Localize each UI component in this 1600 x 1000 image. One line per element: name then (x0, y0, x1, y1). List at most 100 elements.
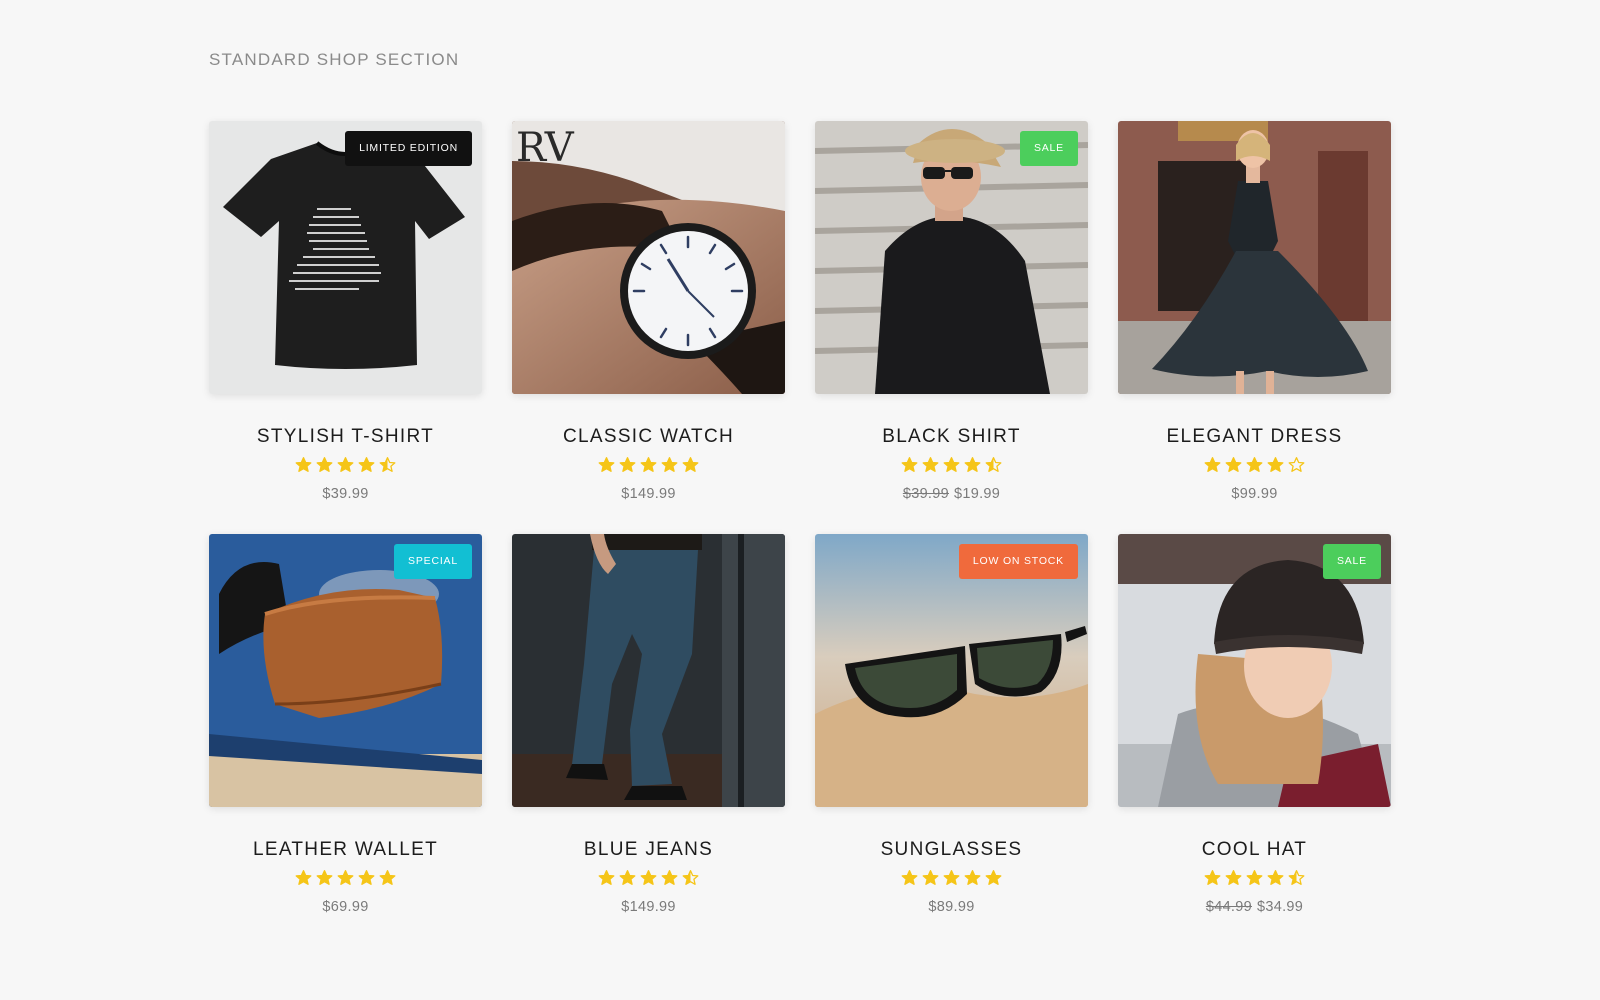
product-price-row: $149.99 (512, 899, 785, 915)
star-full-icon (618, 456, 638, 474)
section-title: STANDARD SHOP SECTION (209, 50, 460, 69)
product-image[interactable]: RV (512, 121, 785, 394)
star-full-icon (1266, 869, 1286, 887)
product-old-price: $44.99 (1205, 899, 1252, 915)
product-price-row: $149.99 (512, 486, 785, 502)
star-full-icon (1245, 456, 1265, 474)
product-image[interactable] (1118, 121, 1391, 394)
product-card[interactable]: SPECIAL LEATHER WALLET $69.99 (209, 534, 482, 947)
star-full-icon (1203, 869, 1223, 887)
product-card[interactable]: SALE COOL HAT $44.99 $34.99 (1118, 534, 1391, 947)
star-full-icon (942, 456, 962, 474)
star-full-icon (597, 456, 617, 474)
product-badge: SALE (1019, 131, 1078, 166)
star-full-icon (294, 869, 314, 887)
product-name[interactable]: LEATHER WALLET (209, 839, 482, 863)
product-image[interactable]: LOW ON STOCK (815, 534, 1088, 807)
star-full-icon (639, 456, 659, 474)
product-price-row: $69.99 (209, 899, 482, 915)
product-rating (209, 456, 482, 478)
product-price-row: $39.99 $19.99 (815, 486, 1088, 502)
product-image[interactable]: LIMITED EDITION (209, 121, 482, 394)
product-card[interactable]: BLUE JEANS $149.99 (512, 534, 785, 947)
product-badge: SALE (1322, 544, 1381, 579)
star-full-icon (336, 456, 356, 474)
star-full-icon (315, 456, 335, 474)
product-image[interactable]: SALE (1118, 534, 1391, 807)
product-image[interactable] (512, 534, 785, 807)
product-rating (209, 869, 482, 891)
star-full-icon (1203, 456, 1223, 474)
star-full-icon (963, 869, 983, 887)
star-full-icon (597, 869, 617, 887)
product-name[interactable]: BLUE JEANS (512, 839, 785, 863)
product-rating (512, 456, 785, 478)
product-price: $149.99 (621, 899, 676, 915)
product-name[interactable]: CLASSIC WATCH (512, 426, 785, 450)
product-badge: LOW ON STOCK (958, 544, 1078, 579)
product-price-row: $39.99 (209, 486, 482, 502)
product-old-price: $39.99 (902, 486, 949, 502)
star-full-icon (1245, 869, 1265, 887)
blue-jeans-image (512, 534, 785, 807)
star-half-icon (1287, 869, 1307, 887)
product-price: $69.99 (322, 899, 369, 915)
star-full-icon (984, 869, 1004, 887)
star-full-icon (942, 869, 962, 887)
product-card[interactable]: ELEGANT DRESS $99.99 (1118, 121, 1391, 534)
svg-text:RV: RV (516, 125, 575, 171)
product-rating (815, 456, 1088, 478)
product-name[interactable]: BLACK SHIRT (815, 426, 1088, 450)
product-rating (1118, 869, 1391, 891)
product-price: $99.99 (1231, 486, 1278, 502)
star-full-icon (357, 869, 377, 887)
star-full-icon (315, 869, 335, 887)
star-full-icon (900, 869, 920, 887)
product-image[interactable]: SPECIAL (209, 534, 482, 807)
star-full-icon (921, 869, 941, 887)
star-full-icon (681, 456, 701, 474)
product-card[interactable]: RV CLASSIC WATCH $149.99 (512, 121, 785, 534)
star-full-icon (357, 456, 377, 474)
star-full-icon (336, 869, 356, 887)
star-full-icon (1224, 456, 1244, 474)
wrist-watch-image: RV (512, 121, 785, 394)
product-price-row: $89.99 (815, 899, 1088, 915)
star-full-icon (900, 456, 920, 474)
product-rating (815, 869, 1088, 891)
star-full-icon (294, 456, 314, 474)
product-card[interactable]: SALE BLACK SHIRT $39.99 $19.99 (815, 121, 1088, 534)
star-half-icon (681, 869, 701, 887)
product-price: $19.99 (954, 486, 1001, 502)
star-half-icon (378, 456, 398, 474)
product-price: $39.99 (322, 486, 369, 502)
star-full-icon (639, 869, 659, 887)
star-half-icon (984, 456, 1004, 474)
star-full-icon (378, 869, 398, 887)
product-price: $89.99 (928, 899, 975, 915)
star-full-icon (660, 869, 680, 887)
product-name[interactable]: STYLISH T-SHIRT (209, 426, 482, 450)
product-price: $34.99 (1257, 899, 1304, 915)
product-name[interactable]: ELEGANT DRESS (1118, 426, 1391, 450)
star-full-icon (921, 456, 941, 474)
product-rating (1118, 456, 1391, 478)
product-image[interactable]: SALE (815, 121, 1088, 394)
product-badge: LIMITED EDITION (345, 131, 472, 166)
product-price-row: $44.99 $34.99 (1118, 899, 1391, 915)
product-price: $149.99 (621, 486, 676, 502)
product-name[interactable]: SUNGLASSES (815, 839, 1088, 863)
product-badge: SPECIAL (394, 544, 472, 579)
star-full-icon (1224, 869, 1244, 887)
star-full-icon (963, 456, 983, 474)
product-card[interactable]: LIMITED EDITION STYLISH T-SHIRT $39.99 (209, 121, 482, 534)
product-rating (512, 869, 785, 891)
product-card[interactable]: LOW ON STOCK SUNGLASSES $89.99 (815, 534, 1088, 947)
product-price-row: $99.99 (1118, 486, 1391, 502)
product-name[interactable]: COOL HAT (1118, 839, 1391, 863)
star-full-icon (618, 869, 638, 887)
product-grid: LIMITED EDITION STYLISH T-SHIRT $39.99 R… (209, 121, 1391, 947)
woman-dress-image (1118, 121, 1391, 394)
star-full-icon (660, 456, 680, 474)
star-empty-icon (1287, 456, 1307, 474)
